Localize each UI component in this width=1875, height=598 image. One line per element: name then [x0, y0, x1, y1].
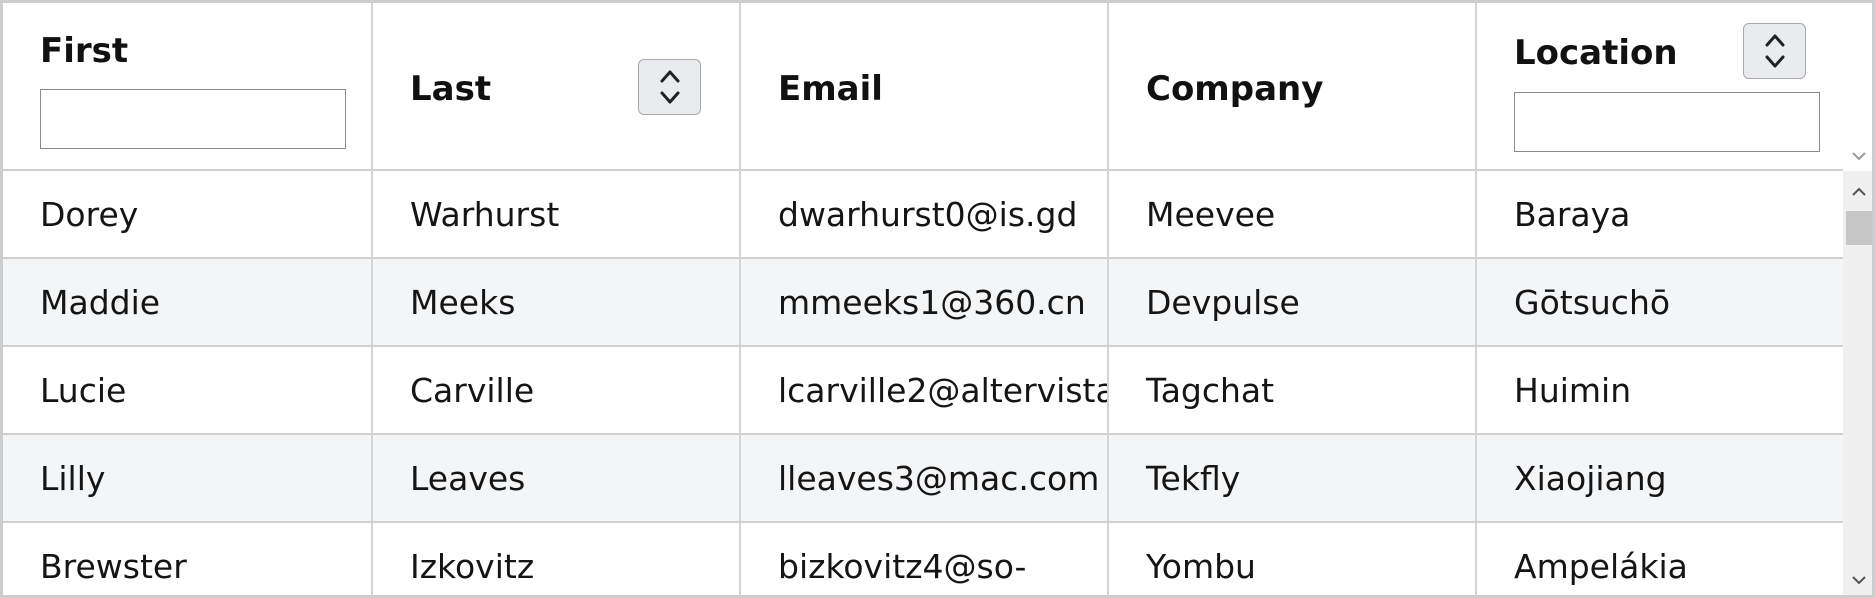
table-row[interactable]: Dorey Warhurst dwarhurst0@is.gd Meevee B… [3, 171, 1843, 259]
column-header-location[interactable]: Location [1477, 3, 1843, 171]
sort-updown-icon [660, 70, 679, 104]
cell-email: mmeeks1@360.cn [741, 259, 1109, 347]
cell-company: Devpulse [1109, 259, 1477, 347]
cell-last: Meeks [373, 259, 741, 347]
data-grid: First Last Email Company Location Dorey … [0, 0, 1875, 598]
column-label-email: Email [778, 69, 883, 109]
cell-last: Warhurst [373, 171, 741, 259]
cell-email: bizkovitz4@so- [741, 523, 1109, 595]
cell-location: Ampelákia [1514, 547, 1688, 586]
column-header-first[interactable]: First [3, 3, 373, 171]
cell-location: Gōtsuchō [1514, 283, 1671, 322]
cell-company: Yombu [1109, 523, 1477, 595]
column-label-last: Last [410, 69, 492, 109]
cell-location: Baraya [1514, 195, 1631, 234]
table-row[interactable]: Maddie Meeks mmeeks1@360.cn Devpulse Gōt… [3, 259, 1843, 347]
column-label-location: Location [1514, 33, 1678, 73]
cell-first: Brewster [3, 523, 373, 595]
cell-company: Tekfly [1109, 435, 1477, 523]
chevron-up-icon[interactable] [1843, 179, 1872, 205]
column-header-last[interactable]: Last [373, 3, 741, 171]
table-row[interactable]: Brewster Izkovitz bizkovitz4@so- Yombu A… [3, 523, 1843, 595]
cell-last: Izkovitz [373, 523, 741, 595]
table-row[interactable]: Lilly Leaves lleaves3@mac.com Tekfly Xia… [3, 435, 1843, 523]
table-row[interactable]: Lucie Carville lcarville2@altervista.org… [3, 347, 1843, 435]
grid-body: Dorey Warhurst dwarhurst0@is.gd Meevee B… [3, 171, 1843, 595]
first-filter-input[interactable] [40, 89, 346, 149]
cell-company: Meevee [1109, 171, 1477, 259]
chevron-down-icon[interactable] [1843, 567, 1872, 593]
cell-first: Lilly [3, 435, 373, 523]
sort-updown-icon [1765, 34, 1784, 68]
vertical-scrollbar[interactable] [1843, 171, 1872, 595]
scrollbar-thumb[interactable] [1846, 211, 1872, 245]
cell-first: Dorey [3, 171, 373, 259]
cell-email: lleaves3@mac.com [741, 435, 1109, 523]
cell-email: dwarhurst0@is.gd [741, 171, 1109, 259]
cell-first: Maddie [3, 259, 373, 347]
cell-last: Leaves [373, 435, 741, 523]
cell-last: Carville [373, 347, 741, 435]
column-label-company: Company [1146, 69, 1324, 109]
last-sort-button[interactable] [638, 59, 701, 115]
cell-email: lcarville2@altervista.org [741, 347, 1109, 435]
cell-location: Huimin [1514, 371, 1632, 410]
chevron-down-icon[interactable] [1843, 143, 1872, 169]
cell-first: Lucie [3, 347, 373, 435]
grid-header: First Last Email Company Location [3, 3, 1843, 171]
column-header-email[interactable]: Email [741, 3, 1109, 171]
column-label-first: First [40, 31, 129, 71]
column-header-company[interactable]: Company [1109, 3, 1477, 171]
location-sort-button[interactable] [1743, 23, 1806, 79]
header-scrollbar[interactable] [1843, 3, 1872, 171]
cell-location: Xiaojiang [1514, 459, 1667, 498]
location-filter-input[interactable] [1514, 92, 1820, 152]
cell-company: Tagchat [1109, 347, 1477, 435]
